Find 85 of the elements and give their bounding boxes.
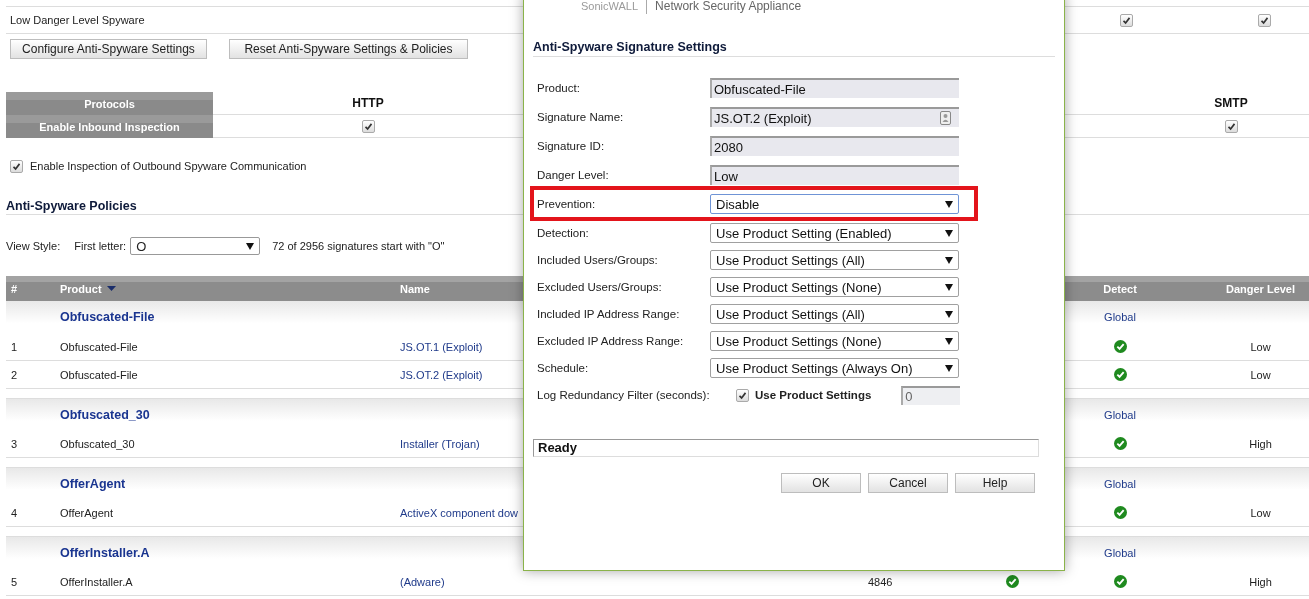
dropdown-arrow-icon (945, 337, 953, 345)
checkbox-label: Enable Inspection of Outbound Spyware Communication (30, 160, 307, 172)
field-label: Signature Name: (536, 110, 625, 125)
field-label: Detection: (536, 226, 590, 241)
dropdown[interactable]: Use Product Settings (All) (710, 304, 959, 324)
checkbox[interactable] (1119, 13, 1133, 27)
table-cell-text: Obfuscated_30 (60, 437, 136, 450)
field-label: Log Redundancy Filter (seconds): (536, 388, 710, 403)
column-header: SMTP (1214, 96, 1248, 110)
field-label: First letter: (74, 240, 127, 252)
contact-card-icon[interactable] (940, 111, 951, 125)
table-cell-text: OfferInstaller.A (60, 575, 134, 588)
checkbox[interactable] (736, 388, 749, 402)
field-label: Excluded IP Address Range: (536, 334, 685, 349)
detect-link[interactable]: Global (1104, 408, 1136, 421)
checkbox[interactable] (10, 159, 23, 173)
field-label: Danger Level: (536, 168, 610, 183)
checkbox[interactable] (1224, 119, 1238, 133)
dropdown[interactable]: Use Product Settings (All) (710, 250, 959, 270)
table-cell-text: Low (1249, 506, 1271, 519)
detect-link[interactable]: Global (1104, 311, 1136, 323)
dropdown-arrow-icon (945, 310, 953, 318)
status-bar: Ready (533, 439, 1039, 457)
signature-link[interactable]: (Adware) (400, 575, 860, 588)
field-label: Included IP Address Range: (536, 307, 681, 322)
reset-settings-button[interactable]: Reset Anti-Spyware Settings & Policies (229, 39, 468, 59)
configure-settings-button[interactable]: Configure Anti-Spyware Settings (10, 39, 207, 59)
dropdown-arrow-icon (945, 229, 953, 237)
text-field[interactable]: Low (710, 165, 959, 185)
table-cell-text: 4846 (867, 575, 894, 588)
table-cell-text: 1 (10, 340, 19, 353)
dropdown[interactable]: O (130, 237, 261, 255)
field-label: Signature ID: (536, 139, 606, 154)
dropdown-arrow-icon (945, 200, 953, 208)
field-label: Excluded Users/Groups: (536, 280, 663, 295)
group-name[interactable]: OfferAgent (60, 476, 400, 491)
table-cell-text: Obfuscated-File (60, 340, 139, 353)
cancel-button[interactable]: Cancel (868, 473, 948, 493)
table-cell-text: 4 (10, 506, 19, 519)
group-name[interactable]: Obfuscated-File (60, 310, 400, 324)
table-cell-text: Obfuscated-File (60, 368, 139, 381)
checkbox-label: Use Product Settings (755, 389, 872, 401)
dropdown-arrow-icon (945, 283, 953, 291)
field-label: View Style: (6, 240, 61, 252)
count-text: 72 of 2956 signatures start with "O" (272, 240, 445, 252)
group-name[interactable]: Obfuscated_30 (60, 407, 400, 422)
dropdown[interactable]: Use Product Settings (None) (710, 331, 959, 351)
table-cell-text: High (1248, 437, 1272, 450)
dropdown[interactable]: Use Product Settings (Always On) (710, 358, 959, 378)
dropdown[interactable]: Use Product Setting (Enabled) (710, 223, 959, 243)
ok-button[interactable]: OK (781, 473, 861, 493)
table-cell-text: Low (1249, 368, 1271, 381)
column-header: HTTP (352, 96, 384, 110)
dropdown-arrow-icon (945, 364, 953, 372)
number-field[interactable]: 0 (901, 385, 961, 405)
table-cell-text: 2 (10, 368, 19, 381)
dropdown-arrow-icon (246, 242, 255, 250)
product-line: Network Security Appliance (655, 0, 802, 13)
field-label: Prevention: (536, 197, 597, 212)
table-cell-text: Low (1249, 340, 1271, 353)
dialog-title: Anti-Spyware Signature Settings (533, 41, 1055, 57)
header-cell: Enable Inbound Inspection (6, 115, 213, 138)
sort-arrow-icon (106, 286, 116, 291)
checkbox[interactable] (361, 119, 375, 133)
table-cell-text: 3 (10, 437, 19, 450)
text-field[interactable]: JS.OT.2 (Exploit) (710, 107, 959, 127)
detect-link[interactable]: Global (1104, 546, 1136, 559)
field-label: Included Users/Groups: (536, 253, 659, 268)
header-cell: Protocols (6, 92, 213, 115)
text-field[interactable]: 2080 (710, 136, 959, 156)
field-label: Schedule: (536, 361, 590, 376)
field-label: Product: (536, 81, 581, 96)
table-cell-text: OfferAgent (60, 506, 114, 519)
brand-name: SonicWALL (581, 0, 639, 12)
table-cell-text: High (1248, 575, 1272, 588)
checkbox[interactable] (1258, 13, 1271, 27)
detect-link[interactable]: Global (1104, 477, 1136, 490)
group-name[interactable]: OfferInstaller.A (60, 545, 400, 560)
dropdown[interactable]: Use Product Settings (None) (710, 277, 959, 297)
row-label: Low Danger Level Spyware (9, 14, 146, 26)
text-field[interactable]: Obfuscated-File (710, 78, 959, 98)
dropdown[interactable]: Disable (710, 194, 959, 214)
table-cell-text: 5 (10, 575, 19, 588)
dropdown-arrow-icon (945, 256, 953, 264)
help-button[interactable]: Help (955, 473, 1035, 493)
